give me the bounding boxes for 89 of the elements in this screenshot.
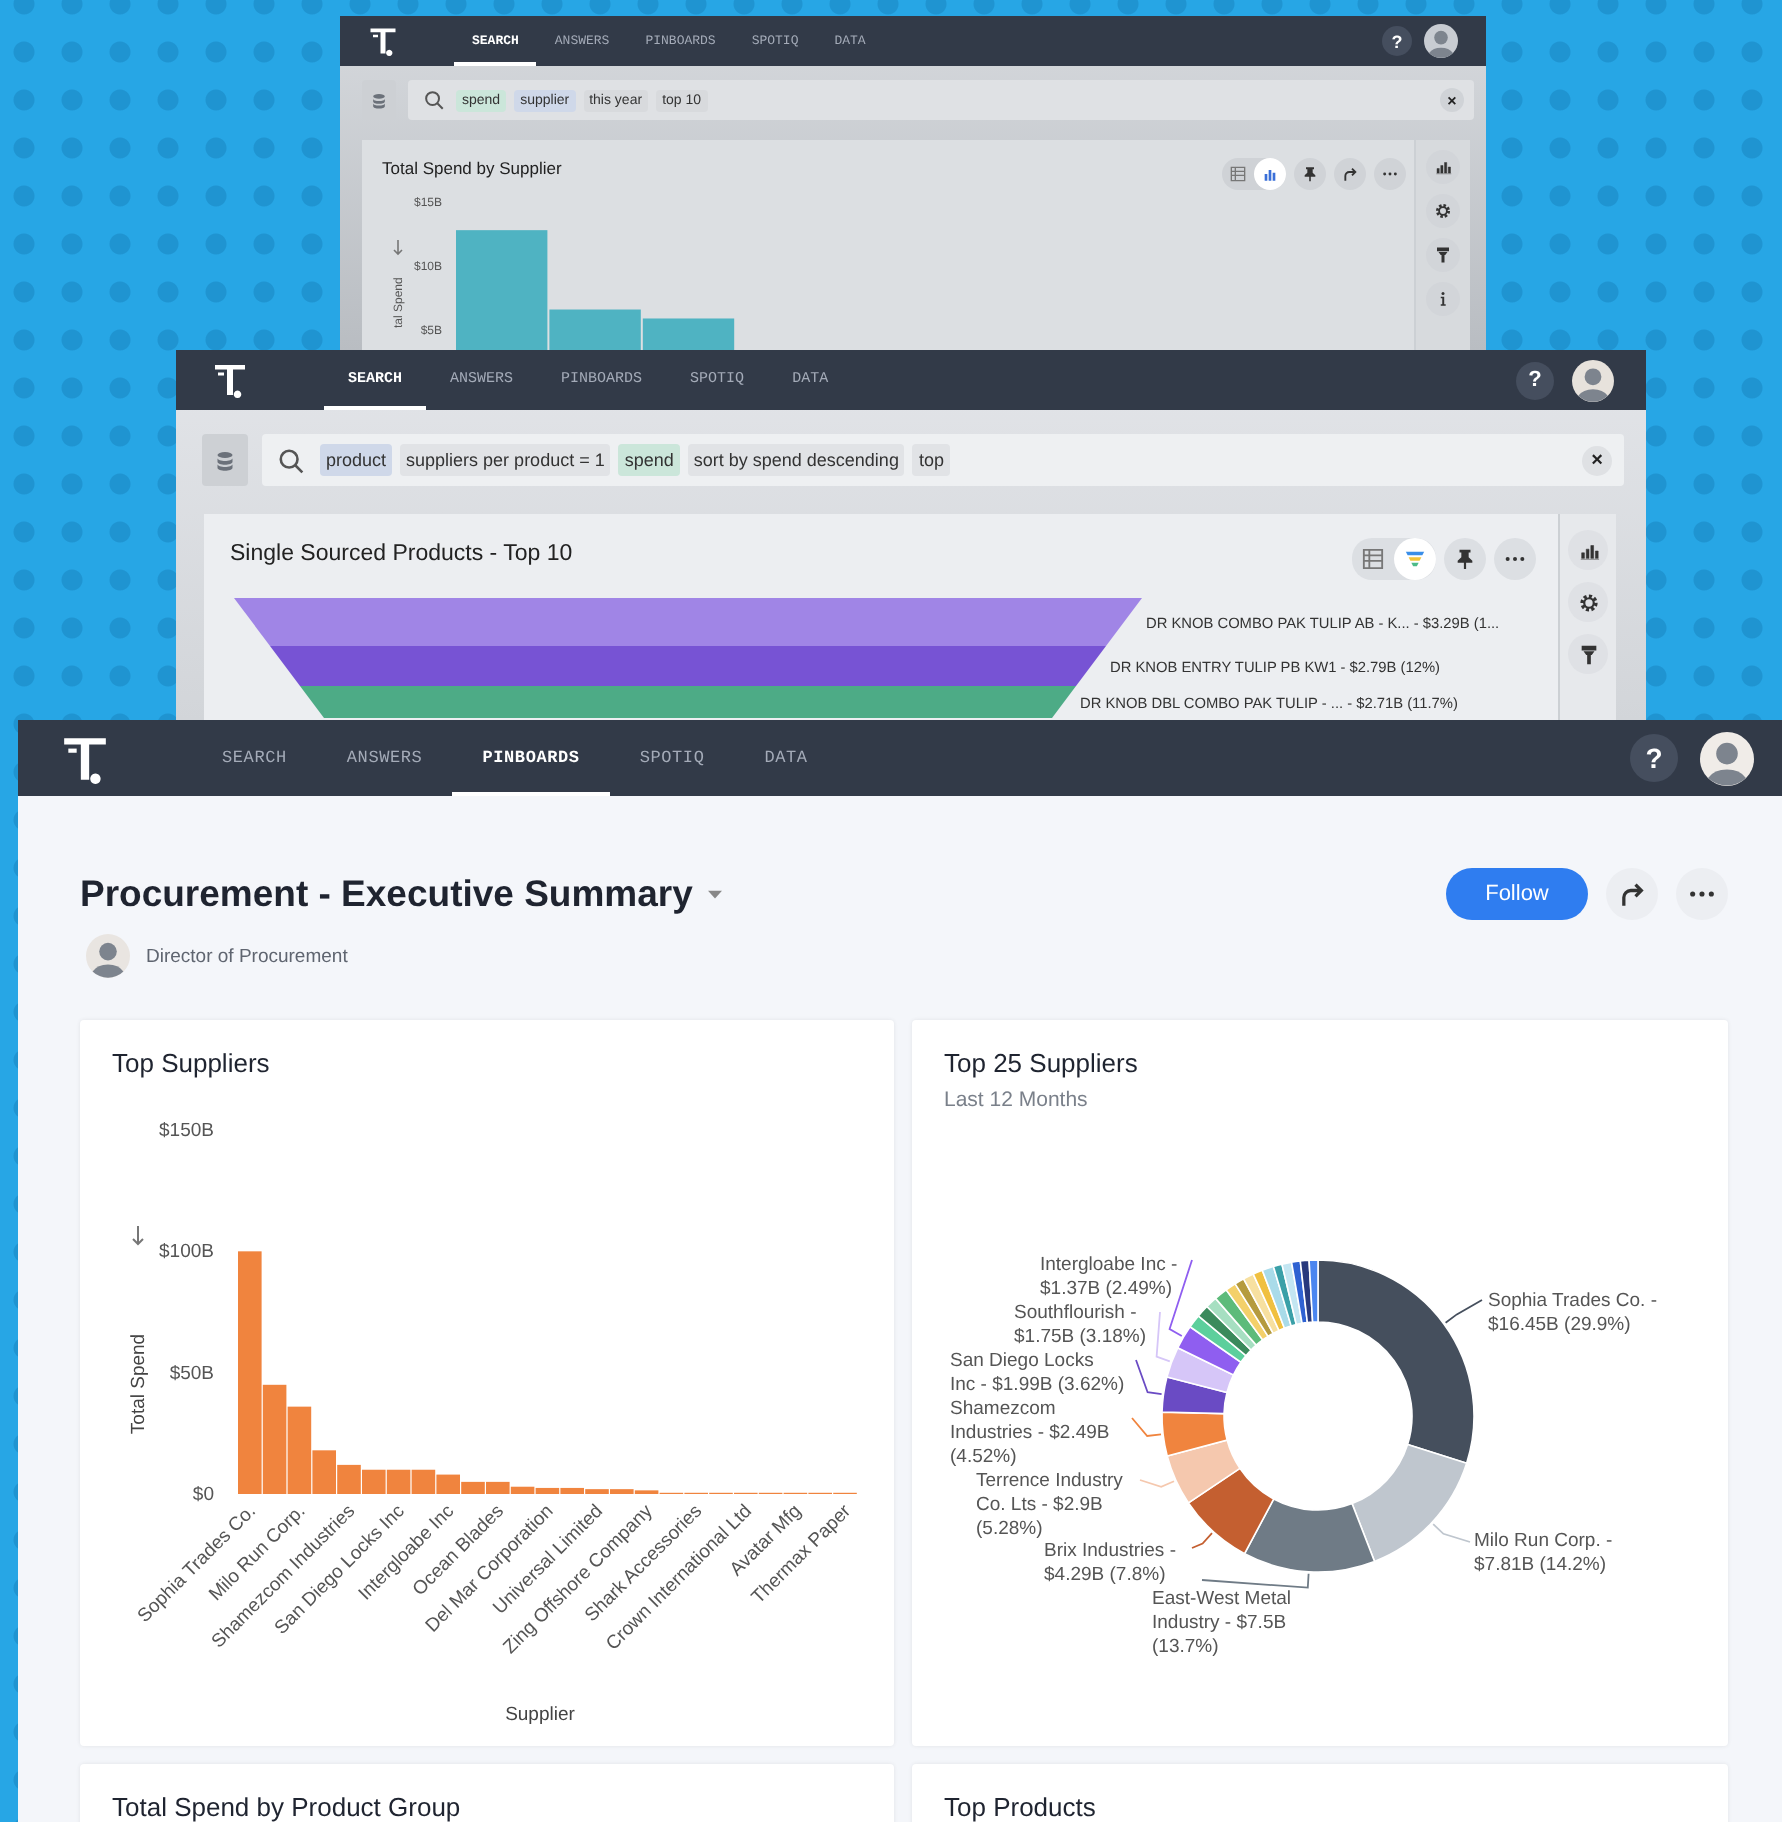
share-arrow-icon	[1342, 166, 1358, 182]
slice-label: San Diego Locks Inc - $1.99B (3.62%)	[950, 1350, 1125, 1396]
slice-label: East-West Metal Industry - $7.5B (13.7%)	[1152, 1588, 1292, 1658]
format-button[interactable]	[1426, 238, 1460, 272]
card-title: Top 25 Suppliers	[944, 1048, 1138, 1078]
share-arrow-icon	[1618, 880, 1646, 908]
pin-button[interactable]	[1294, 158, 1326, 190]
slice-label: Southflourish - $1.75B (3.18%)	[1014, 1302, 1147, 1348]
leader-line	[1432, 1523, 1471, 1543]
nav-tab[interactable]: ANSWERS	[316, 720, 453, 796]
axis-title: Supplier	[505, 1704, 575, 1726]
axis-tick-label: $50B	[169, 1362, 214, 1385]
funnel-icon	[1404, 547, 1426, 569]
axis-tick-label: $150B	[159, 1120, 214, 1142]
card-title: Top Products	[944, 1792, 1096, 1822]
card-subtitle: Last 12 Months	[944, 1088, 1088, 1112]
share-button[interactable]	[1606, 868, 1658, 920]
slice-label: Brix Industries - $4.29B (7.8%)	[1044, 1540, 1176, 1586]
data-source-button[interactable]	[202, 434, 248, 486]
leader-line	[1201, 1572, 1310, 1589]
axis-tick-label: $0	[192, 1484, 214, 1506]
leader-line	[1191, 1532, 1213, 1549]
pin-button[interactable]	[1444, 537, 1486, 579]
leader-line	[1131, 1417, 1162, 1437]
card-title: Top Suppliers	[112, 1048, 270, 1078]
search-token[interactable]: top	[912, 444, 950, 476]
search-field[interactable]: product suppliers per product = 1 spend sort by spend descending top ×	[262, 434, 1624, 486]
nav-tab[interactable]: SEARCH	[192, 720, 317, 796]
bar-chart-icon	[1262, 166, 1278, 182]
database-icon	[216, 449, 234, 471]
search-token[interactable]: suppliers per product = 1	[400, 444, 611, 476]
slice-label: Sophia Trades Co. - $16.45B (29.9%)	[1488, 1290, 1657, 1336]
bar-chart-icon	[1577, 539, 1599, 561]
info-button[interactable]	[1426, 282, 1460, 316]
axis-title: Total Spend	[128, 1333, 150, 1435]
nav-tab[interactable]: SPOTIQ	[609, 720, 735, 796]
help-button[interactable]: ?	[1382, 26, 1412, 56]
slice-label: Shamezcom Industries - $2.49B (4.52%)	[950, 1398, 1110, 1468]
database-icon	[372, 91, 386, 109]
card-title: Total Spend by Product Group	[112, 1792, 461, 1822]
avatar-icon[interactable]	[1700, 731, 1754, 785]
gear-icon	[1577, 591, 1599, 613]
pin-icon	[1454, 547, 1476, 569]
bar-chart-icon	[1434, 158, 1452, 176]
clear-button[interactable]: ×	[1440, 88, 1464, 112]
slice-label: Milo Run Corp. - $7.81B (14.2%)	[1474, 1530, 1613, 1576]
format-button[interactable]	[1568, 634, 1608, 674]
slice-label: Terrence Industry Co. Lts - $2.9B (5.28%)	[976, 1470, 1123, 1540]
logo-icon[interactable]	[212, 362, 248, 398]
pinboard-title: Procurement - Executive Summary	[80, 872, 693, 916]
leader-line	[1444, 1299, 1483, 1324]
author-role: Director of Procurement	[146, 945, 348, 967]
follow-button[interactable]: Follow	[1446, 868, 1588, 920]
more-button[interactable]	[1676, 868, 1728, 920]
brush-icon	[1577, 643, 1599, 665]
table-icon	[1362, 547, 1384, 569]
logo-icon[interactable]	[60, 733, 110, 783]
settings-button[interactable]	[1426, 194, 1460, 228]
search-icon	[424, 90, 444, 110]
nav-tab[interactable]: PINBOARDS	[452, 720, 610, 796]
logo-icon[interactable]	[368, 26, 398, 56]
nav-tab[interactable]: DATA	[734, 720, 838, 796]
search-token[interactable]: spend	[618, 444, 680, 476]
sort-arrow-icon[interactable]	[393, 239, 403, 256]
chart-title: Total Spend by Supplier	[382, 158, 562, 178]
avatar-icon[interactable]	[1572, 359, 1614, 401]
axis-tick-label: $100B	[159, 1241, 214, 1264]
search-token[interactable]: product	[320, 444, 393, 476]
search-icon	[278, 447, 304, 473]
chart-type-button[interactable]	[1426, 150, 1460, 184]
clear-button[interactable]: ×	[1582, 445, 1612, 475]
avatar-icon[interactable]	[1424, 24, 1458, 58]
brush-icon	[1434, 246, 1452, 264]
caret-icon[interactable]	[708, 889, 723, 899]
pin-icon	[1302, 166, 1318, 182]
search-token[interactable]: sort by spend descending	[687, 444, 905, 476]
table-icon	[1230, 166, 1246, 182]
share-button[interactable]	[1334, 158, 1366, 190]
leader-line	[1139, 1479, 1175, 1488]
sort-arrow-icon[interactable]	[132, 1225, 144, 1246]
chart-view-button[interactable]	[1254, 158, 1286, 190]
chart-type-button[interactable]	[1568, 530, 1608, 570]
avatar-icon	[86, 934, 130, 978]
help-button[interactable]: ?	[1630, 734, 1678, 782]
chart-title: Single Sourced Products - Top 10	[230, 542, 573, 566]
settings-button[interactable]	[1568, 582, 1608, 622]
help-button[interactable]: ?	[1516, 361, 1554, 399]
slice-label: Intergloabe Inc - $1.37B (2.49%)	[1040, 1254, 1178, 1300]
gear-icon	[1434, 202, 1452, 220]
